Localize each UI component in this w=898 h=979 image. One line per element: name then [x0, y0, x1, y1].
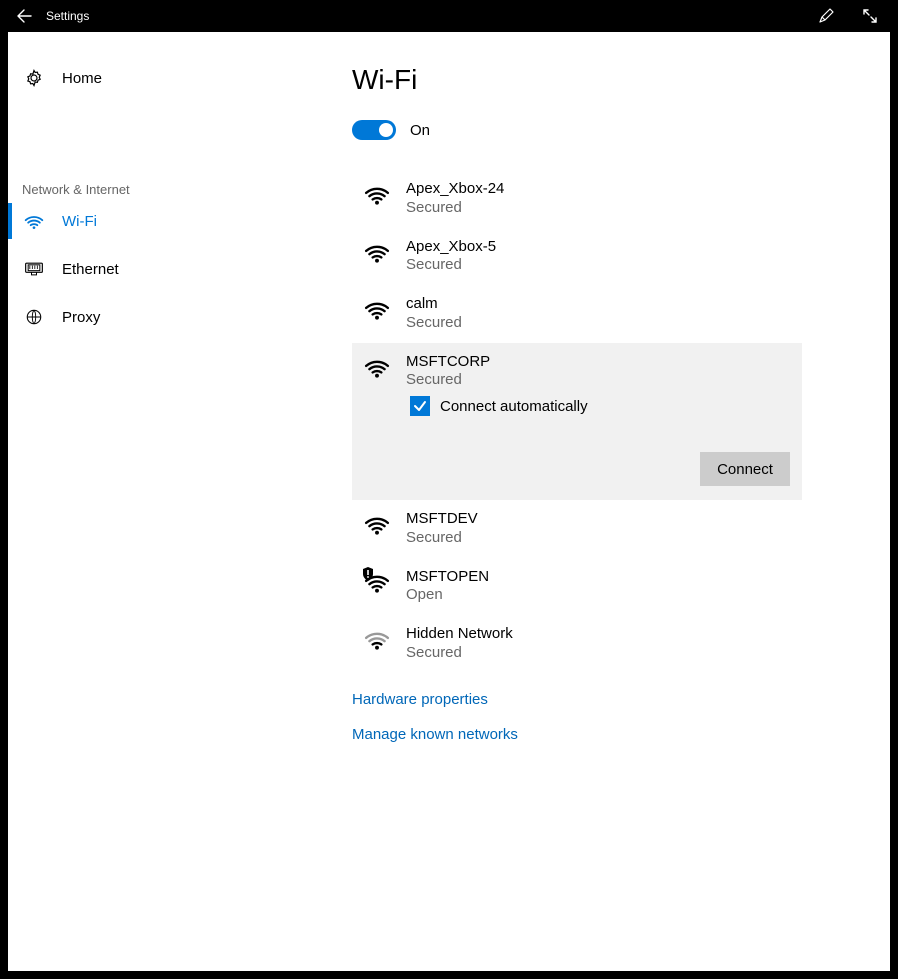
sidebar-item-proxy[interactable]: Proxy — [8, 293, 352, 341]
network-name: Apex_Xbox-5 — [406, 238, 496, 257]
wifi-signal-icon — [364, 512, 392, 540]
wifi-signal-icon — [364, 297, 392, 325]
home-label: Home — [62, 70, 102, 87]
network-item[interactable]: MSFTDEV Secured — [352, 500, 802, 558]
window-title: Settings — [46, 9, 89, 23]
network-status: Secured — [406, 529, 478, 548]
network-item[interactable]: Apex_Xbox-5 Secured — [352, 228, 802, 286]
gear-icon — [22, 69, 46, 87]
network-name: Hidden Network — [406, 625, 513, 644]
auto-connect-checkbox[interactable] — [410, 396, 430, 416]
network-status: Open — [406, 586, 489, 605]
network-status: Secured — [406, 644, 513, 663]
network-name: MSFTOPEN — [406, 568, 489, 587]
network-list: Apex_Xbox-24 Secured Apex_Xbox-5 Secured… — [352, 170, 802, 673]
page-title: Wi-Fi — [352, 64, 810, 96]
sidebar-section-header: Network & Internet — [8, 182, 352, 197]
main-panel: Wi-Fi On Apex_Xbox-24 Secured Apex_Xbox-… — [352, 32, 890, 971]
ethernet-icon — [22, 261, 46, 277]
connect-button[interactable]: Connect — [700, 452, 790, 486]
network-item-expanded[interactable]: MSFTCORP Secured Connect automatically C… — [352, 343, 802, 501]
sidebar-item-label: Proxy — [62, 309, 100, 326]
wifi-signal-icon — [364, 182, 392, 210]
maximize-icon[interactable] — [848, 0, 892, 32]
wifi-toggle-label: On — [410, 122, 430, 139]
network-item[interactable]: Hidden Network Secured — [352, 615, 802, 673]
sidebar: Home Network & Internet Wi-Fi — [8, 32, 352, 971]
wifi-signal-icon — [364, 355, 392, 383]
wifi-signal-icon — [364, 240, 392, 268]
network-status: Secured — [406, 199, 504, 218]
wifi-icon — [22, 212, 46, 230]
sidebar-item-label: Ethernet — [62, 261, 119, 278]
link-hardware-properties[interactable]: Hardware properties — [352, 691, 810, 708]
edit-icon[interactable] — [804, 0, 848, 32]
wifi-signal-icon — [364, 570, 392, 598]
network-name: calm — [406, 295, 462, 314]
wifi-signal-icon — [364, 627, 392, 655]
sidebar-item-label: Wi-Fi — [62, 213, 97, 230]
network-item[interactable]: Apex_Xbox-24 Secured — [352, 170, 802, 228]
link-manage-known-networks[interactable]: Manage known networks — [352, 726, 810, 743]
wifi-toggle[interactable] — [352, 120, 396, 140]
back-button[interactable] — [6, 0, 42, 32]
network-name: Apex_Xbox-24 — [406, 180, 504, 199]
globe-icon — [22, 308, 46, 326]
sidebar-item-wifi[interactable]: Wi-Fi — [8, 197, 352, 245]
network-name: MSFTDEV — [406, 510, 478, 529]
network-status: Secured — [406, 314, 462, 333]
network-item[interactable]: MSFTOPEN Open — [352, 558, 802, 616]
auto-connect-label: Connect automatically — [440, 398, 588, 415]
network-name: MSFTCORP — [406, 353, 490, 372]
network-status: Secured — [406, 371, 490, 390]
sidebar-item-home[interactable]: Home — [8, 54, 352, 102]
network-status: Secured — [406, 256, 496, 275]
wifi-toggle-row: On — [352, 120, 810, 140]
sidebar-item-ethernet[interactable]: Ethernet — [8, 245, 352, 293]
network-item[interactable]: calm Secured — [352, 285, 802, 343]
titlebar: Settings — [0, 0, 898, 32]
